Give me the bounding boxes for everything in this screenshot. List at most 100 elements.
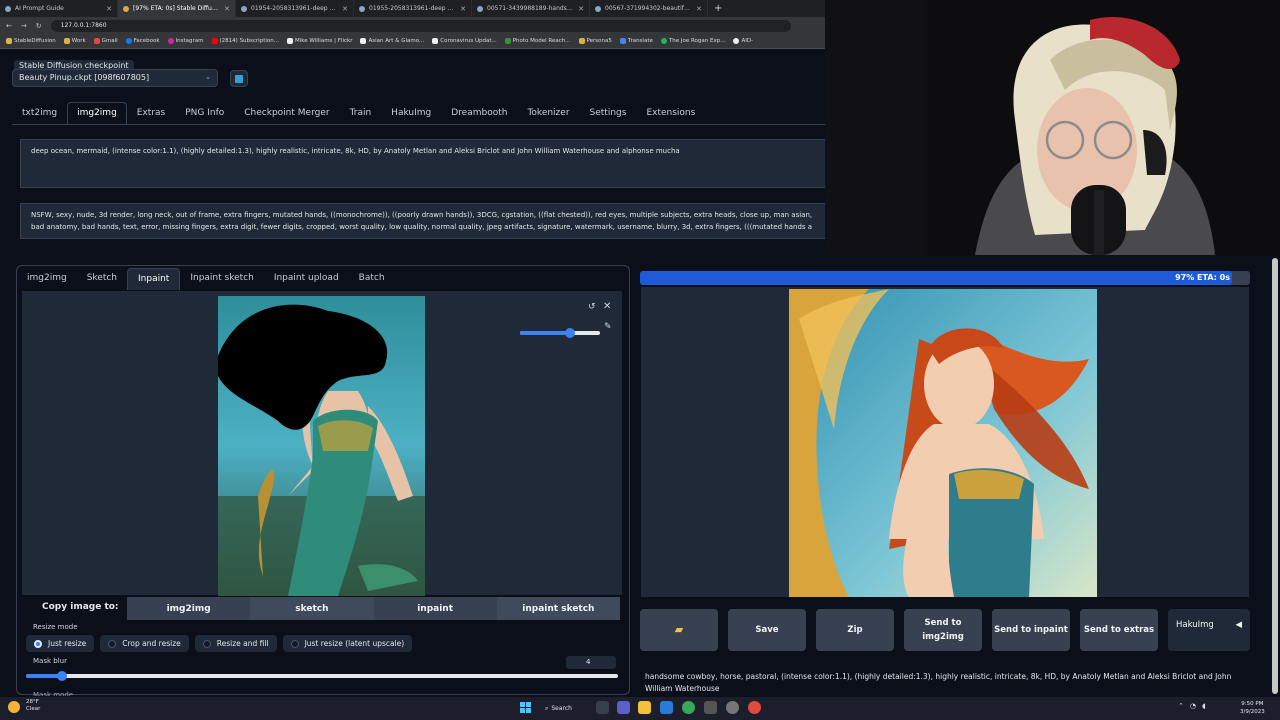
tab-batch[interactable]: Batch — [349, 268, 395, 290]
bookmark[interactable]: (2814) Subscription... — [211, 38, 279, 44]
file-explorer-icon[interactable] — [638, 701, 651, 714]
browser-tab-active[interactable]: [97% ETA: 0s] Stable Diffusion ✕ — [118, 0, 236, 17]
radio-latent-upscale[interactable]: Just resize (latent upscale) — [282, 635, 413, 652]
tab-txt2img[interactable]: txt2img — [12, 102, 67, 124]
weather-widget[interactable]: 28°F Clear — [26, 699, 40, 713]
close-icon[interactable]: ✕ — [603, 301, 611, 312]
tab-inpaint-upload[interactable]: Inpaint upload — [264, 268, 349, 290]
url-input[interactable]: 127.0.0.1:7860 — [50, 19, 791, 32]
task-view-icon[interactable] — [596, 701, 609, 714]
brush-icon[interactable]: ✎ — [604, 322, 612, 332]
close-tab-icon[interactable]: ✕ — [460, 5, 466, 13]
bookmark[interactable]: Asian Art & Glamo... — [360, 38, 424, 44]
browser-tab[interactable]: 00571-3439988189-handsome c✕ — [472, 0, 590, 17]
edge-icon[interactable] — [660, 701, 673, 714]
open-folder-button[interactable]: ▰ — [640, 609, 718, 651]
mask-blur-slider[interactable] — [26, 674, 618, 678]
bookmark[interactable]: Facebook — [125, 38, 160, 44]
prompt-textarea[interactable]: deep ocean, mermaid, (intense color:1.1)… — [20, 139, 825, 188]
zip-button[interactable]: Zip — [816, 609, 894, 651]
img2img-mode-tabs: img2img Sketch Inpaint Inpaint sketch In… — [17, 268, 395, 290]
close-tab-icon[interactable]: ✕ — [696, 5, 702, 13]
copy-image-buttons: img2img sketch inpaint inpaint sketch — [127, 597, 620, 620]
browser-tab[interactable]: AI Prompt Guide ✕ — [0, 0, 118, 17]
translate-icon — [619, 38, 626, 44]
bookmark[interactable]: Gmail — [93, 38, 118, 44]
tab-img2img-mode[interactable]: img2img — [17, 268, 77, 290]
copy-to-img2img-button[interactable]: img2img — [127, 597, 251, 620]
close-tab-icon[interactable]: ✕ — [578, 5, 584, 13]
undo-icon[interactable]: ↺ — [588, 302, 596, 312]
checkpoint-select[interactable]: Beauty Pinup.ckpt [098f607805] ⌄ — [12, 69, 218, 87]
tab-train[interactable]: Train — [340, 102, 382, 124]
page-scrollbar[interactable] — [1272, 258, 1278, 694]
bookmark[interactable]: Mike Williams | Flickr — [287, 38, 352, 44]
send-to-img2img-button[interactable]: Send to img2img — [904, 609, 982, 651]
bookmark[interactable]: AID- — [733, 38, 753, 44]
generation-info-text: handsome cowboy, horse, pastoral, (inten… — [645, 672, 1232, 693]
close-tab-icon[interactable]: ✕ — [342, 5, 348, 13]
send-to-inpaint-button[interactable]: Send to inpaint — [992, 609, 1070, 651]
browser-tab-strip: AI Prompt Guide ✕ [97% ETA: 0s] Stable Di… — [0, 0, 825, 17]
tab-sketch[interactable]: Sketch — [77, 268, 127, 290]
tab-inpaint[interactable]: Inpaint — [127, 268, 181, 290]
save-button[interactable]: Save — [728, 609, 806, 651]
browser-tab[interactable]: 01955-2058313961-deep ocean ✕ — [354, 0, 472, 17]
chrome-icon[interactable] — [748, 701, 761, 714]
chevron-down-icon: ⌄ — [205, 73, 211, 81]
tab-extras[interactable]: Extras — [127, 102, 175, 124]
inpaint-image[interactable] — [218, 296, 425, 596]
bookmark[interactable]: Persona5 — [578, 38, 612, 44]
close-tab-icon[interactable]: ✕ — [106, 5, 112, 13]
hakuimg-dropdown[interactable]: HakuImg ◀ — [1168, 609, 1250, 651]
bookmark[interactable]: The Joe Rogan Exp... — [660, 38, 725, 44]
refresh-checkpoint-button[interactable] — [230, 70, 248, 87]
radio-crop-and-resize[interactable]: Crop and resize — [100, 635, 189, 652]
back-icon[interactable]: ← — [6, 22, 12, 30]
taskbar-clock[interactable]: 9:50 PM 3/9/2023 — [1240, 700, 1265, 716]
settings-icon[interactable] — [726, 701, 739, 714]
close-tab-icon[interactable]: ✕ — [224, 5, 230, 13]
bookmark[interactable]: Work — [63, 38, 86, 44]
negative-prompt-textarea[interactable]: NSFW, sexy, nude, 3d render, long neck, … — [20, 203, 825, 239]
windows-start-icon[interactable] — [520, 702, 531, 713]
radio-just-resize[interactable]: Just resize — [26, 635, 95, 652]
bookmark[interactable]: Translate — [619, 38, 653, 44]
browser-tab[interactable]: 01954-2058313961-deep ocean ✕ — [236, 0, 354, 17]
tab-hakuimg[interactable]: HakuImg — [381, 102, 441, 124]
collapse-arrow-icon: ◀ — [1235, 620, 1242, 630]
forward-icon[interactable]: → — [21, 22, 27, 30]
tab-checkpoint-merger[interactable]: Checkpoint Merger — [234, 102, 339, 124]
bookmark[interactable]: StableDiffusion — [6, 38, 56, 44]
copy-to-inpaint-button[interactable]: inpaint — [373, 597, 497, 620]
tab-dreambooth[interactable]: Dreambooth — [441, 102, 517, 124]
app-icon[interactable] — [704, 701, 717, 714]
tab-settings[interactable]: Settings — [580, 102, 637, 124]
send-to-extras-button[interactable]: Send to extras — [1080, 609, 1158, 651]
favicon-icon — [595, 5, 601, 12]
tab-tokenizer[interactable]: Tokenizer — [517, 102, 579, 124]
copy-to-inpaint-sketch-button[interactable]: inpaint sketch — [496, 597, 620, 620]
tab-png-info[interactable]: PNG Info — [175, 102, 234, 124]
bookmark[interactable]: Photo Model Reach... — [504, 38, 571, 44]
reload-icon[interactable]: ↻ — [36, 22, 42, 30]
radio-resize-and-fill[interactable]: Resize and fill — [194, 635, 277, 652]
tab-extensions[interactable]: Extensions — [636, 102, 705, 124]
browser-tab[interactable]: 00567-371994302-beautiful bet ✕ — [590, 0, 708, 17]
copy-to-sketch-button[interactable]: sketch — [250, 597, 374, 620]
bookmark[interactable]: Instagram — [167, 38, 204, 44]
mask-blur-handle[interactable] — [56, 671, 67, 681]
bookmark-icon — [6, 38, 12, 44]
new-tab-button[interactable]: + — [714, 3, 722, 14]
tab-img2img[interactable]: img2img — [67, 102, 127, 124]
chat-icon[interactable] — [617, 701, 630, 714]
brush-size-handle[interactable] — [564, 328, 575, 338]
mask-blur-input[interactable]: 4 — [566, 656, 616, 669]
system-tray[interactable]: ⌃ ◔ ◖ — [1178, 702, 1206, 710]
output-image[interactable] — [789, 289, 1097, 597]
taskbar-search[interactable]: ⌕ Search — [545, 701, 593, 716]
checkpoint-value: Beauty Pinup.ckpt [098f607805] — [19, 73, 150, 82]
bookmark[interactable]: Coronavirus Updat... — [432, 38, 497, 44]
chrome-icon[interactable] — [682, 701, 695, 714]
tab-inpaint-sketch[interactable]: Inpaint sketch — [180, 268, 263, 290]
